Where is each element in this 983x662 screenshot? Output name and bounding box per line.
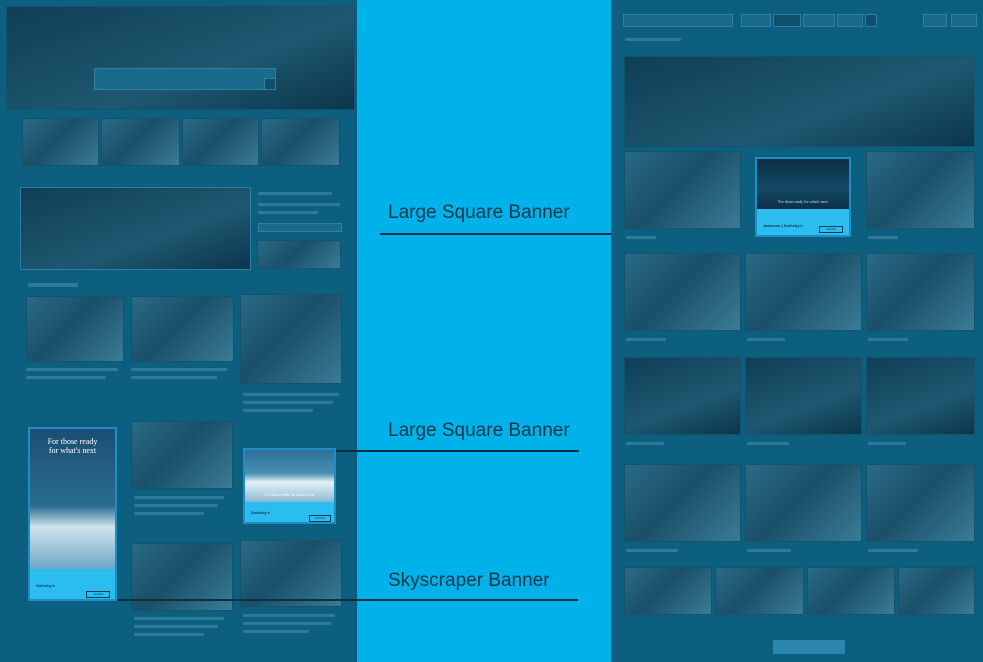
filter-button[interactable] (741, 14, 771, 27)
featured-listing-image[interactable] (624, 56, 975, 147)
section-heading (28, 283, 78, 287)
listing-thumbnail[interactable] (898, 567, 975, 615)
ad-brand-logo: Sotheby's (36, 583, 55, 588)
listing-image[interactable] (745, 464, 862, 542)
text-line (131, 368, 227, 371)
article-image[interactable] (240, 540, 342, 607)
callout-label-large-square-middle: Large Square Banner (388, 420, 570, 441)
price-text (626, 549, 678, 552)
thumbnail-image[interactable] (22, 118, 99, 166)
load-more-button[interactable] (773, 640, 845, 654)
search-button[interactable] (865, 14, 877, 27)
listing-image[interactable] (745, 357, 862, 435)
price-text (747, 549, 791, 552)
callout-line (117, 599, 578, 601)
thumbnail-image[interactable] (101, 118, 180, 166)
text-line (134, 496, 224, 499)
ad-brand-logo: Jameson | Sotheby's (763, 223, 803, 228)
listing-image[interactable] (624, 151, 741, 229)
price-text (626, 236, 656, 239)
newsletter-input[interactable] (258, 223, 342, 232)
article-image[interactable] (26, 296, 124, 362)
price-text (747, 442, 789, 445)
article-image[interactable] (131, 296, 234, 362)
text-line (243, 622, 331, 625)
large-square-banner-ad[interactable]: For those ready for what's next Jameson … (755, 157, 851, 237)
ad-cta-button[interactable]: LEARN (819, 226, 843, 233)
price-text (868, 442, 906, 445)
callout-label-skyscraper: Skyscraper Banner (388, 570, 550, 591)
text-line (134, 617, 224, 620)
ad-tagline: For those ready for what's next (264, 492, 315, 497)
callout-line (336, 450, 579, 452)
listing-image[interactable] (745, 253, 862, 331)
price-text (626, 338, 666, 341)
text-line (134, 504, 218, 507)
thumbnail-image[interactable] (182, 118, 259, 166)
ad-tagline: For those ready for what's next (778, 199, 828, 204)
article-image[interactable] (131, 421, 233, 489)
filter-button[interactable] (773, 14, 801, 27)
filter-button[interactable] (837, 14, 863, 27)
text-line (258, 211, 318, 214)
text-line (26, 376, 106, 379)
listing-search-input[interactable] (623, 14, 733, 27)
text-line (243, 401, 333, 404)
skyscraper-banner-ad[interactable]: For those ready for what's next Sotheby'… (28, 427, 117, 601)
results-heading (625, 38, 681, 41)
text-line (134, 512, 204, 515)
text-line (26, 368, 118, 371)
listing-image[interactable] (866, 464, 975, 542)
ad-brand-logo: Sotheby's (251, 510, 270, 515)
save-search-button[interactable] (923, 14, 947, 27)
large-square-banner-ad[interactable]: For those ready for what's next Sotheby'… (243, 448, 336, 524)
text-line (258, 192, 332, 195)
hero-search-button[interactable] (264, 78, 276, 90)
thumbnail-image[interactable] (261, 118, 340, 166)
text-line (243, 614, 335, 617)
price-text (626, 442, 664, 445)
text-line (131, 376, 217, 379)
side-image[interactable] (257, 240, 341, 269)
ad-cta-button[interactable]: LEARN (309, 515, 331, 522)
listing-thumbnail[interactable] (715, 567, 804, 615)
ad-cta-button[interactable]: LEARN (86, 591, 110, 598)
sort-select[interactable] (951, 14, 977, 27)
price-text (868, 549, 918, 552)
text-line (258, 203, 340, 206)
callout-column (357, 0, 611, 662)
text-line (134, 633, 204, 636)
ad-tagline: For those ready for what's next (47, 437, 98, 455)
listing-thumbnail[interactable] (624, 567, 712, 615)
listing-thumbnail[interactable] (807, 567, 895, 615)
feature-banner-image[interactable] (20, 187, 251, 270)
article-image[interactable] (240, 294, 342, 384)
listing-image[interactable] (866, 253, 975, 331)
price-text (868, 236, 898, 239)
text-line (243, 409, 313, 412)
hero-search-box[interactable] (94, 68, 276, 90)
text-line (243, 630, 309, 633)
callout-label-large-square-top: Large Square Banner (388, 202, 570, 223)
listing-image[interactable] (624, 357, 741, 435)
text-line (243, 393, 339, 396)
listing-image[interactable] (624, 253, 741, 331)
price-text (747, 338, 785, 341)
listing-image[interactable] (624, 464, 741, 542)
text-line (134, 625, 218, 628)
listings-page-panel (611, 0, 983, 662)
listing-image[interactable] (866, 151, 975, 229)
hero-image (6, 6, 355, 110)
listing-image[interactable] (866, 357, 975, 435)
price-text (868, 338, 908, 341)
filter-button[interactable] (803, 14, 835, 27)
